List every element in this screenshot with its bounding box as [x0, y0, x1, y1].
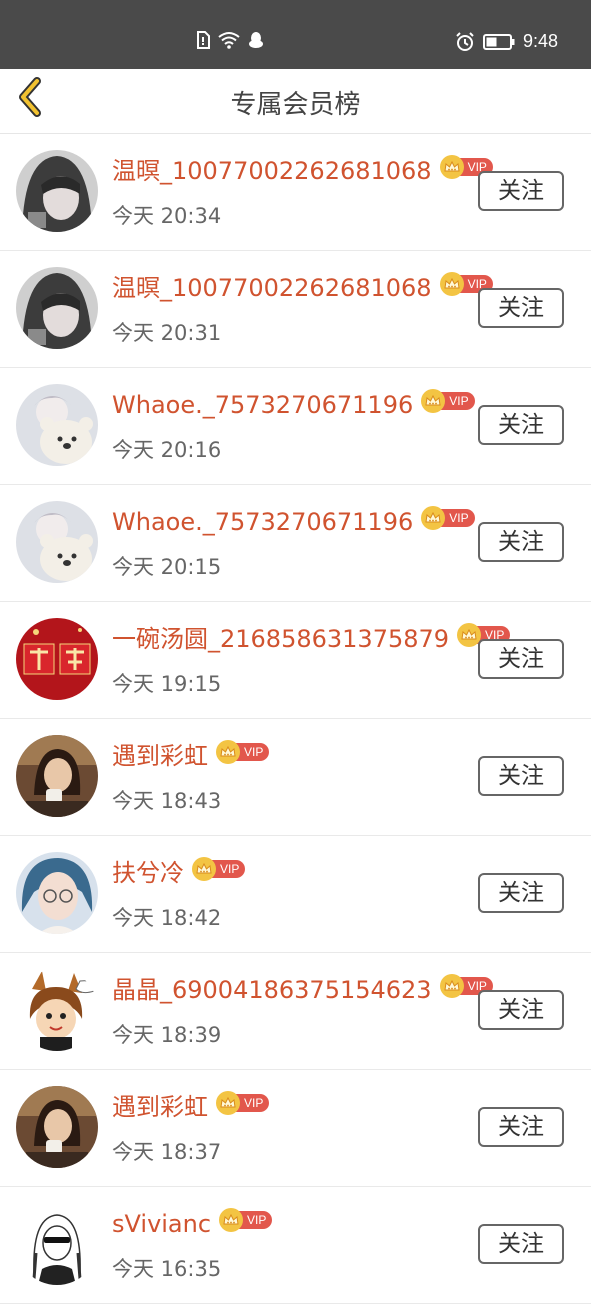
vip-badge: VIP — [216, 740, 270, 764]
member-row[interactable]: 扶兮冷 VIP 今天 18:42 关注 — [0, 836, 591, 953]
member-row[interactable]: Whaoe._7573270671196 VIP 今天 20:15 关注 — [0, 485, 591, 602]
avatar[interactable] — [16, 267, 98, 349]
name-line: 温暝_10077002262681068 VIP — [112, 154, 493, 188]
crown-icon — [425, 395, 441, 406]
follow-button[interactable]: 关注 — [478, 639, 564, 679]
vip-badge: VIP — [192, 857, 246, 881]
visit-time: 今天 20:34 — [112, 204, 222, 228]
crown-icon — [444, 278, 460, 289]
crown-icon — [425, 512, 441, 523]
name-line: Whaoe._7573270671196 VIP — [112, 505, 475, 539]
follow-button[interactable]: 关注 — [478, 522, 564, 562]
visit-time: 今天 18:37 — [112, 1140, 222, 1164]
crown-badge — [192, 857, 216, 881]
avatar[interactable] — [16, 501, 98, 583]
avatar[interactable] — [16, 1086, 98, 1168]
avatar[interactable] — [16, 618, 98, 700]
follow-button[interactable]: 关注 — [478, 873, 564, 913]
user-name[interactable]: 一碗汤圆_216858631375879 — [112, 622, 449, 656]
vip-badge: VIP — [421, 506, 475, 530]
page-title: 专属会员榜 — [230, 90, 361, 120]
crown-badge — [439, 155, 464, 179]
wifi-icon — [218, 32, 240, 49]
name-line: 一碗汤圆_216858631375879 VIP — [112, 622, 511, 656]
vip-badge: VIP — [216, 1091, 270, 1115]
name-line: 遇到彩虹 VIP — [112, 739, 270, 773]
user-name[interactable]: 晶晶_69004186375154623 — [112, 973, 432, 1007]
member-row[interactable]: Whaoe._7573270671196 VIP 今天 20:16 关注 — [0, 368, 591, 485]
crown-badge — [219, 1208, 244, 1232]
avatar[interactable] — [16, 735, 98, 817]
user-name[interactable]: 温暝_10077002262681068 — [112, 154, 432, 188]
name-line: Whaoe._7573270671196 VIP — [112, 388, 475, 422]
crown-badge — [457, 623, 482, 647]
crown-badge — [216, 1091, 240, 1115]
avatar[interactable] — [16, 150, 98, 232]
crown-icon — [444, 161, 460, 172]
crown-icon — [444, 980, 460, 991]
status-time: 9:48 — [522, 31, 558, 51]
vip-badge: VIP — [421, 389, 475, 413]
member-row[interactable]: 晶晶_69004186375154623 VIP 今天 18:39 关注 — [0, 953, 591, 1070]
member-row[interactable]: 一碗汤圆_216858631375879 VIP 今天 19:15 关注 — [0, 602, 591, 719]
crown-icon — [461, 629, 477, 640]
visit-time: 今天 16:35 — [112, 1257, 222, 1281]
user-name[interactable]: 扶兮冷 — [112, 856, 184, 890]
name-line: 遇到彩虹 VIP — [112, 1090, 270, 1124]
sim-icon — [197, 31, 210, 49]
visit-time: 今天 20:31 — [112, 321, 222, 345]
follow-button[interactable]: 关注 — [478, 1107, 564, 1147]
member-list: 温暝_10077002262681068 VIP 今天 20:34 关注 温暝_1007… — [0, 134, 591, 1304]
crown-icon — [223, 1214, 239, 1225]
visit-time: 今天 18:39 — [112, 1023, 222, 1047]
follow-button[interactable]: 关注 — [478, 1224, 564, 1264]
alarm-icon — [456, 31, 474, 51]
user-name[interactable]: sVivianc — [112, 1207, 211, 1241]
nav-bar: 专属会员榜 — [0, 69, 591, 134]
avatar[interactable] — [16, 852, 98, 934]
visit-time: 今天 20:16 — [112, 438, 222, 462]
member-row[interactable]: 温暝_10077002262681068 VIP 今天 20:34 关注 — [0, 134, 591, 251]
status-right: 9:48 — [455, 31, 558, 52]
name-line: 晶晶_69004186375154623 VIP — [112, 973, 493, 1007]
crown-badge — [439, 974, 464, 998]
status-bar: 9:48 — [0, 0, 591, 69]
member-row[interactable]: sVivianc VIP 今天 16:35 关注 — [0, 1187, 591, 1304]
visit-time: 今天 18:43 — [112, 789, 222, 813]
crown-badge — [439, 272, 464, 296]
visit-time: 今天 20:15 — [112, 555, 222, 579]
visit-time: 今天 18:42 — [112, 906, 222, 930]
vip-badge: VIP — [219, 1208, 273, 1232]
follow-button[interactable]: 关注 — [478, 756, 564, 796]
name-line: 扶兮冷 VIP — [112, 856, 246, 890]
visit-time: 今天 19:15 — [112, 672, 222, 696]
avatar[interactable] — [16, 969, 98, 1051]
crown-icon — [220, 746, 236, 757]
user-name[interactable]: 温暝_10077002262681068 — [112, 271, 432, 305]
user-name[interactable]: Whaoe._7573270671196 — [112, 388, 413, 422]
follow-button[interactable]: 关注 — [478, 990, 564, 1030]
qq-icon — [249, 32, 263, 48]
name-line: sVivianc VIP — [112, 1207, 273, 1241]
crown-badge — [216, 740, 240, 764]
status-icons — [196, 31, 264, 49]
user-name[interactable]: 遇到彩虹 — [112, 1090, 208, 1124]
battery-icon — [482, 33, 515, 50]
member-row[interactable]: 遇到彩虹 VIP 今天 18:43 关注 — [0, 719, 591, 836]
name-line: 温暝_10077002262681068 VIP — [112, 271, 493, 305]
crown-icon — [220, 1097, 236, 1108]
follow-button[interactable]: 关注 — [478, 288, 564, 328]
member-row[interactable]: 温暝_10077002262681068 VIP 今天 20:31 关注 — [0, 251, 591, 368]
member-row[interactable]: 遇到彩虹 VIP 今天 18:37 关注 — [0, 1070, 591, 1187]
follow-button[interactable]: 关注 — [478, 171, 564, 211]
crown-icon — [196, 863, 212, 874]
user-name[interactable]: Whaoe._7573270671196 — [112, 505, 413, 539]
avatar[interactable] — [16, 384, 98, 466]
user-name[interactable]: 遇到彩虹 — [112, 739, 208, 773]
avatar[interactable] — [16, 1203, 98, 1285]
follow-button[interactable]: 关注 — [478, 405, 564, 445]
